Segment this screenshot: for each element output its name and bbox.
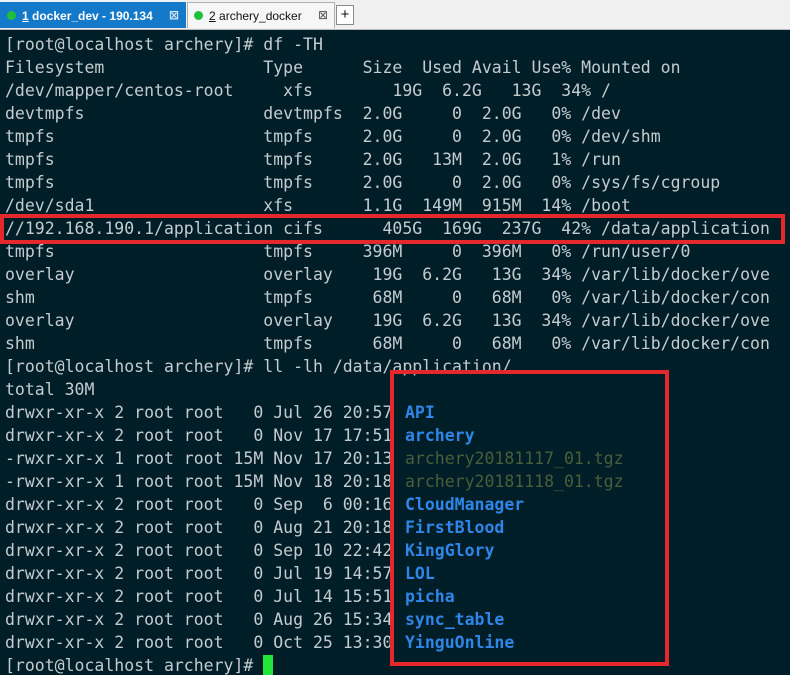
tab-docker-dev[interactable]: 1 docker_dev - 190.134 ⊠ [0,2,186,28]
file-meta: drwxr-xr-x 2 root root 0 Nov 17 17:51 [5,426,393,445]
file-meta: drwxr-xr-x 2 root root 0 Jul 14 15:51 [5,587,393,606]
tab-label: 1 docker_dev - 190.134 [22,8,153,23]
shell-prompt: [root@localhost archery]# [5,357,264,376]
shell-prompt: [root@localhost archery]# [5,35,264,54]
df-row: shm tmpfs 68M 0 68M 0% /var/lib/docker/c… [5,288,770,307]
file-list-row: drwxr-xr-x 2 root root 0 Jul 14 15:51 pi… [5,585,455,608]
ll-total-line: total 30M [5,380,95,399]
df-header-row: Filesystem Type Size Used Avail Use% Mou… [5,58,681,77]
highlight-box-file-names [390,370,669,666]
df-row: overlay overlay 19G 6.2G 13G 34% /var/li… [5,311,770,330]
df-row: devtmpfs devtmpfs 2.0G 0 2.0G 0% /dev [5,104,621,123]
file-meta: drwxr-xr-x 2 root root 0 Aug 21 20:18 [5,518,393,537]
file-meta: drwxr-xr-x 2 root root 0 Aug 26 15:34 [5,610,393,629]
prompt-line: [root@localhost archery]# [5,654,274,675]
connection-status-icon [7,11,16,20]
tab-label: 2 archery_docker [209,8,302,23]
connection-status-icon [194,11,203,20]
df-row: /dev/mapper/centos-root xfs 19G 6.2G 13G… [5,81,611,100]
df-row: tmpfs tmpfs 2.0G 13M 2.0G 1% /run [5,150,621,169]
file-meta: -rwxr-xr-x 1 root root 15M Nov 17 20:13 [5,449,393,468]
df-row: tmpfs tmpfs 2.0G 0 2.0G 0% /dev/shm [5,127,661,146]
df-row: shm tmpfs 68M 0 68M 0% /var/lib/docker/c… [5,334,770,353]
command-text: df -TH [263,35,323,54]
file-meta: drwxr-xr-x 2 root root 0 Jul 19 14:57 [5,564,393,583]
df-row: overlay overlay 19G 6.2G 13G 34% /var/li… [5,265,770,284]
close-tab-icon[interactable]: ⊠ [169,8,179,22]
file-meta: drwxr-xr-x 2 root root 0 Sep 6 00:16 [5,495,393,514]
file-meta: drwxr-xr-x 2 root root 0 Oct 25 13:30 [5,633,393,652]
tab-bar: 1 docker_dev - 190.134 ⊠ 2 archery_docke… [0,0,790,30]
prompt-line: [root@localhost archery]# df -TH [5,33,323,56]
file-meta: drwxr-xr-x 2 root root 0 Jul 26 20:57 [5,403,393,422]
highlight-box-cifs-mount [0,214,785,244]
file-list-row: drwxr-xr-x 2 root root 0 Jul 26 20:57 AP… [5,401,435,424]
terminal-output[interactable]: [root@localhost archery]# df -TH Filesyst… [0,32,790,675]
file-meta: drwxr-xr-x 2 root root 0 Sep 10 22:42 [5,541,393,560]
shell-prompt: [root@localhost archery]# [5,656,264,675]
tab-archery-docker[interactable]: 2 archery_docker ⊠ [187,2,335,28]
new-tab-button[interactable]: + [336,5,354,25]
close-tab-icon[interactable]: ⊠ [318,8,328,22]
terminal-cursor [263,655,274,675]
df-row: tmpfs tmpfs 2.0G 0 2.0G 0% /sys/fs/cgrou… [5,173,721,192]
file-list-row: drwxr-xr-x 2 root root 0 Jul 19 14:57 LO… [5,562,435,585]
file-meta: -rwxr-xr-x 1 root root 15M Nov 18 20:18 [5,472,393,491]
